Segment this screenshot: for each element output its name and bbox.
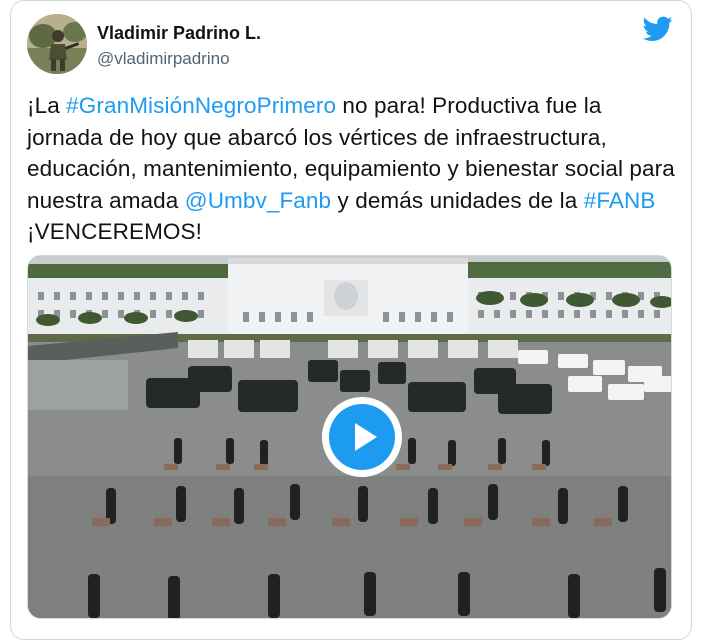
avatar[interactable]: [27, 14, 87, 74]
tweet-text-segment: ¡La: [27, 93, 67, 118]
play-icon: [329, 404, 395, 470]
tweet-text-segment: y demás unidades de la: [331, 187, 584, 213]
tweet-card[interactable]: Vladimir Padrino L. @vladimirpadrino ¡La…: [10, 0, 692, 640]
hashtag-link[interactable]: #FANB: [584, 188, 656, 213]
hashtag-link[interactable]: #GranMisiónNegroPrimero: [66, 93, 336, 118]
author-handle[interactable]: @vladimirpadrino: [97, 48, 230, 70]
video-player[interactable]: [27, 255, 672, 619]
play-button[interactable]: [322, 397, 402, 477]
author-name[interactable]: Vladimir Padrino L.: [97, 22, 261, 44]
tweet-text: ¡La #GranMisiónNegroPrimero no para! Pro…: [27, 90, 677, 248]
mention-link[interactable]: @Umbv_Fanb: [185, 188, 331, 213]
avatar-image: [27, 14, 87, 74]
tweet-text-segment: ¡VENCEREMOS!: [27, 219, 202, 244]
twitter-bird-icon[interactable]: [643, 16, 673, 42]
